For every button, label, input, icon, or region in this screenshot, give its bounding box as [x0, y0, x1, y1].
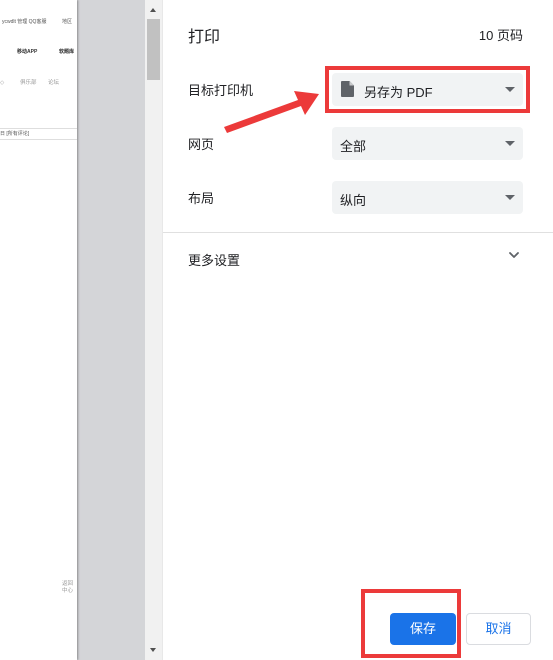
more-settings-label: 更多设置	[188, 253, 241, 268]
pages-select[interactable]: 全部	[332, 127, 523, 160]
cancel-button[interactable]: 取消	[466, 613, 531, 645]
more-settings-toggle[interactable]: 更多设置	[163, 240, 553, 276]
scroll-down-arrow-icon[interactable]	[145, 643, 162, 657]
pages-label: 网页	[188, 137, 215, 152]
preview-float-button-2: 中心	[62, 588, 74, 594]
layout-label: 布局	[188, 191, 215, 206]
annotation-highlight-destination	[325, 66, 530, 113]
preview-float-button-1: 返回	[62, 581, 74, 587]
preview-divider	[0, 128, 77, 129]
preview-header-links: ycwdlt 管理 QQ客服	[2, 19, 47, 25]
print-preview-pane: ycwdlt 管理 QQ客服 地区 移动APP 软题库 ◇ 俱乐部 论坛 日 […	[0, 0, 145, 660]
preview-scrollbar[interactable]	[145, 0, 162, 660]
dropdown-arrow-icon	[505, 195, 515, 200]
annotation-highlight-save	[361, 589, 461, 658]
layout-value: 纵向	[340, 193, 367, 208]
preview-breadcrumb: 日 [所有评论]	[0, 131, 30, 137]
preview-header-region: 地区	[62, 19, 73, 25]
scroll-up-arrow-icon[interactable]	[145, 3, 162, 17]
dialog-title: 打印	[188, 29, 221, 46]
destination-label: 目标打印机	[188, 83, 254, 98]
preview-page: ycwdlt 管理 QQ客服 地区 移动APP 软题库 ◇ 俱乐部 论坛 日 […	[0, 0, 77, 660]
preview-nav-soft: 软题库	[59, 49, 75, 55]
dropdown-arrow-icon	[505, 141, 515, 146]
preview-nav-app: 移动APP	[17, 49, 38, 55]
layout-select[interactable]: 纵向	[332, 181, 523, 214]
preview-sub-left: ◇	[0, 80, 5, 86]
scrollbar-thumb[interactable]	[147, 19, 160, 80]
section-divider	[163, 232, 553, 233]
preview-sub-club: 俱乐部	[20, 80, 37, 86]
page-count: 10 页码	[478, 28, 523, 43]
pages-value: 全部	[340, 139, 367, 154]
chevron-down-icon	[509, 252, 519, 258]
preview-sub-forum: 论坛	[48, 80, 60, 86]
preview-divider	[0, 139, 77, 140]
